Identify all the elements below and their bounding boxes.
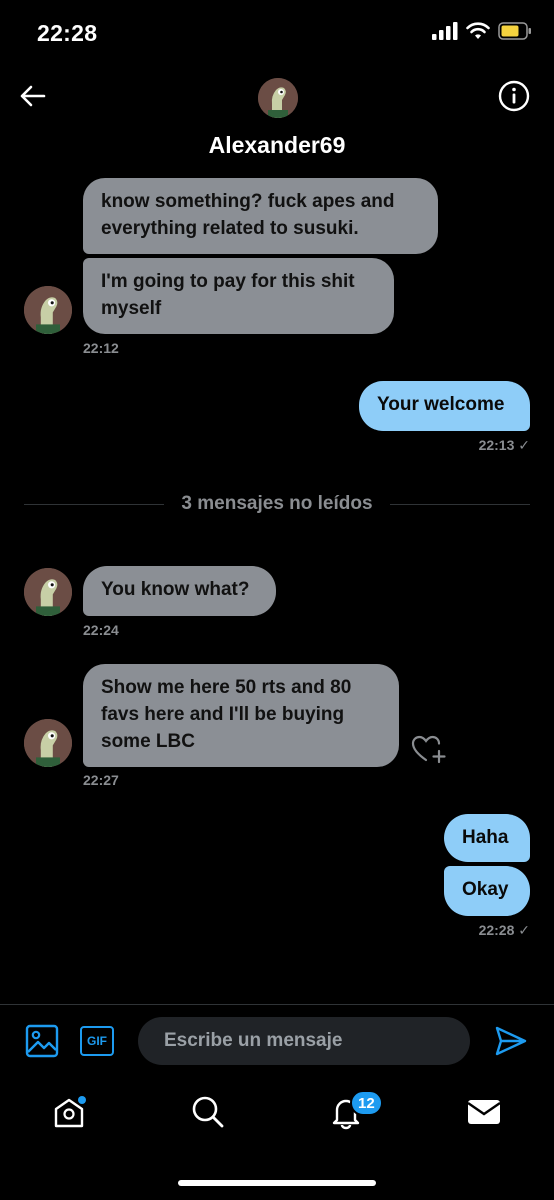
header-avatar[interactable] — [258, 78, 298, 118]
heart-plus-icon — [410, 735, 446, 769]
message-timestamp: 22:24 — [83, 622, 119, 638]
send-button[interactable] — [494, 1024, 528, 1058]
search-icon — [191, 1095, 225, 1134]
back-button[interactable] — [14, 80, 50, 116]
send-icon — [494, 1026, 528, 1062]
avatar[interactable] — [24, 719, 72, 767]
signal-icon — [432, 22, 458, 45]
avatar[interactable] — [24, 286, 72, 334]
message-bubble[interactable]: Haha — [444, 814, 530, 862]
image-icon — [25, 1024, 59, 1062]
message-bubble[interactable]: I'm going to pay for this shit myself — [83, 258, 394, 334]
notifications-badge: 12 — [350, 1090, 383, 1116]
unread-divider: 3 mensajes no leídos — [0, 493, 554, 515]
info-icon — [498, 80, 530, 117]
message-input[interactable]: Escribe un mensaje — [138, 1017, 470, 1065]
tab-home[interactable] — [49, 1094, 89, 1134]
home-indicator — [178, 1180, 376, 1186]
tab-search[interactable] — [188, 1094, 228, 1134]
contact-name[interactable]: Alexander69 — [0, 132, 554, 159]
message-timestamp: 22:13 ✓ — [478, 437, 530, 453]
battery-icon — [498, 22, 532, 45]
unread-divider-label: 3 mensajes no leídos — [167, 493, 387, 514]
add-image-button[interactable] — [25, 1024, 59, 1058]
message-timestamp: 22:28 ✓ — [478, 922, 530, 938]
message-bubble[interactable]: Show me here 50 rts and 80 favs here and… — [83, 664, 399, 767]
info-button[interactable] — [496, 80, 532, 116]
message-bubble[interactable]: Your welcome — [359, 381, 530, 431]
wifi-icon — [466, 22, 490, 45]
gif-button[interactable]: GIF — [80, 1026, 114, 1056]
arrow-left-icon — [18, 84, 46, 113]
message-timestamp: 22:12 — [83, 340, 119, 356]
status-icons — [432, 22, 532, 45]
composer-divider — [0, 1004, 554, 1005]
status-time: 22:28 — [37, 20, 98, 46]
tab-messages[interactable] — [464, 1094, 504, 1134]
message-input-placeholder: Escribe un mensaje — [164, 1030, 343, 1051]
message-bubble[interactable]: You know what? — [83, 566, 276, 616]
message-timestamp: 22:27 — [83, 772, 119, 788]
avatar[interactable] — [24, 568, 72, 616]
message-bubble[interactable]: know something? fuck apes and everything… — [83, 178, 438, 254]
add-reaction-button[interactable] — [410, 733, 446, 765]
mail-icon — [467, 1098, 501, 1131]
message-bubble[interactable]: Okay — [444, 866, 530, 916]
home-icon — [51, 1094, 87, 1135]
